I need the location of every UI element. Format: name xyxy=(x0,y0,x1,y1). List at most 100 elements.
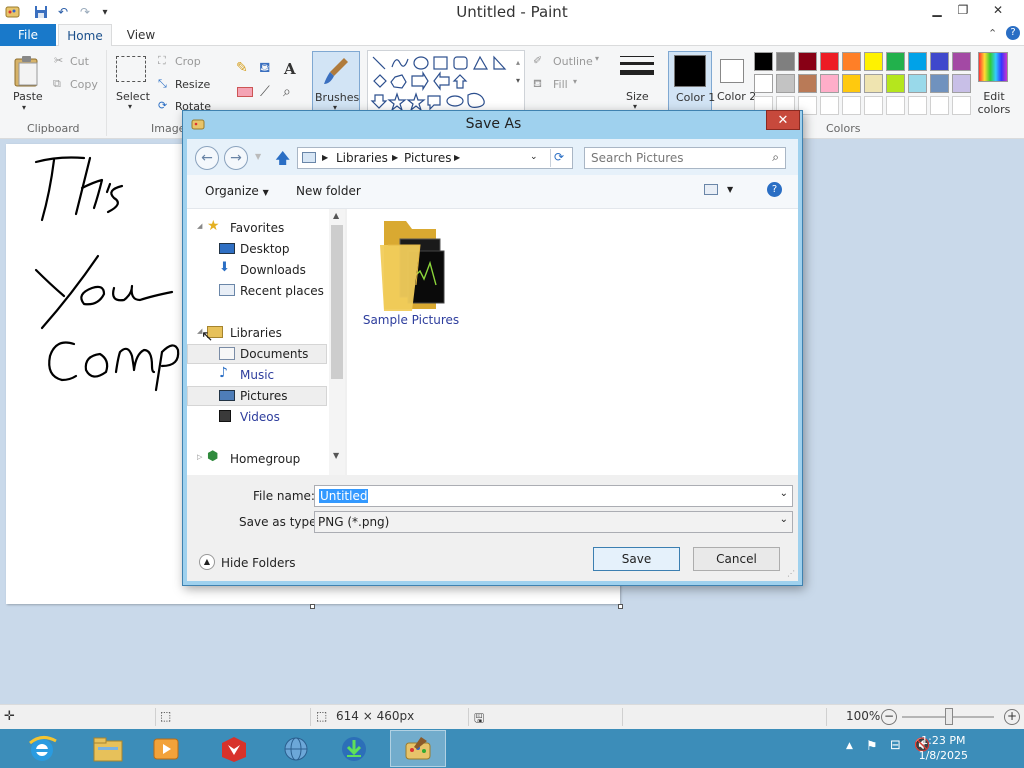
palette-color-swatch[interactable] xyxy=(820,52,839,71)
close-window-button[interactable]: ✕ xyxy=(984,0,1012,20)
size-button[interactable]: Size xyxy=(626,90,649,103)
show-hidden-icons-icon[interactable]: ▲ xyxy=(846,741,853,751)
palette-color-swatch[interactable] xyxy=(930,52,949,71)
select-icon[interactable] xyxy=(116,56,146,82)
cut-icon[interactable]: ✂ xyxy=(54,54,63,67)
taskbar-clock[interactable]: 1:23 PM 1/8/2025 xyxy=(919,733,968,763)
tab-home[interactable]: Home xyxy=(58,24,112,47)
save-button[interactable]: Save xyxy=(593,547,680,571)
save-icon[interactable] xyxy=(32,3,50,21)
minimize-ribbon-icon[interactable]: ⌃ xyxy=(988,27,997,40)
crop-button[interactable]: Crop xyxy=(175,55,201,68)
forward-button[interactable]: → xyxy=(224,146,248,170)
eraser-icon[interactable] xyxy=(237,87,253,97)
redo-icon[interactable]: ↷ xyxy=(76,3,94,21)
canvas-resize-handle-corner[interactable] xyxy=(618,604,623,609)
scroll-thumb[interactable] xyxy=(331,225,343,379)
copy-icon[interactable]: ⧉ xyxy=(53,77,61,91)
palette-color-swatch[interactable] xyxy=(886,52,905,71)
cancel-button[interactable]: Cancel xyxy=(693,547,780,571)
custom-color-slot[interactable] xyxy=(952,96,971,115)
paste-button[interactable]: Paste xyxy=(13,90,43,103)
resize-button[interactable]: Resize xyxy=(175,78,210,91)
breadcrumb-pictures[interactable]: Pictures xyxy=(404,151,452,165)
custom-color-slot[interactable] xyxy=(930,96,949,115)
custom-color-slot[interactable] xyxy=(908,96,927,115)
paint-taskbar-icon[interactable] xyxy=(390,730,446,767)
refresh-icon[interactable]: ⟳ xyxy=(554,150,564,164)
pencil-icon[interactable]: ✎ xyxy=(236,60,248,76)
zoom-out-icon[interactable]: − xyxy=(881,709,897,725)
file-name-dropdown-icon[interactable]: ⌄ xyxy=(780,488,788,499)
recent-locations-dropdown-icon[interactable]: ▼ xyxy=(255,152,261,161)
tree-item-recent-places[interactable]: Recent places xyxy=(187,281,327,301)
palette-color-swatch[interactable] xyxy=(820,74,839,93)
fill-dropdown-icon[interactable]: ▾ xyxy=(573,77,577,86)
dialog-help-icon[interactable]: ? xyxy=(767,182,782,197)
fill-bucket-icon[interactable]: ⛾ xyxy=(259,60,270,78)
maximize-button[interactable]: ❐ xyxy=(948,0,978,20)
palette-color-swatch[interactable] xyxy=(754,74,773,93)
change-view-icon[interactable] xyxy=(704,184,718,195)
outline-dropdown-icon[interactable]: ▾ xyxy=(595,54,599,63)
breadcrumb-libraries[interactable]: Libraries xyxy=(336,151,388,165)
palette-color-swatch[interactable] xyxy=(952,52,971,71)
file-explorer-icon[interactable] xyxy=(80,730,136,767)
color1-button[interactable]: Color 1 xyxy=(668,51,715,117)
file-name-input[interactable]: Untitled xyxy=(319,489,369,503)
save-as-type-select[interactable]: PNG (*.png) ⌄ xyxy=(314,511,793,533)
crop-icon[interactable]: ⛶ xyxy=(158,54,166,68)
tree-item-desktop[interactable]: Desktop xyxy=(187,239,327,259)
palette-color-swatch[interactable] xyxy=(754,52,773,71)
network-status-icon[interactable]: ⊟ xyxy=(890,738,901,753)
tree-item-music[interactable]: ♪ Music xyxy=(187,365,327,385)
palette-color-swatch[interactable] xyxy=(908,74,927,93)
outline-button[interactable]: Outline xyxy=(553,55,593,68)
search-box[interactable]: Search Pictures ⌕ xyxy=(584,147,786,169)
palette-color-swatch[interactable] xyxy=(952,74,971,93)
scroll-down-icon[interactable]: ▼ xyxy=(333,451,339,460)
hide-folders-button[interactable]: ▲ Hide Folders xyxy=(199,553,309,573)
custom-color-slot[interactable] xyxy=(820,96,839,115)
edit-colors-icon[interactable] xyxy=(978,52,1008,82)
search-input[interactable]: Search Pictures xyxy=(591,151,684,165)
color-picker-icon[interactable]: ⟋ xyxy=(260,84,270,100)
tree-item-videos[interactable]: Videos xyxy=(187,407,327,427)
internet-explorer-icon[interactable] xyxy=(14,730,70,767)
shapes-scroll-up-icon[interactable]: ▴ xyxy=(516,58,520,67)
view-options-dropdown-icon[interactable]: ▼ xyxy=(727,185,733,194)
palette-color-swatch[interactable] xyxy=(864,74,883,93)
tree-item-downloads[interactable]: ⬇ Downloads xyxy=(187,260,327,280)
select-button[interactable]: Select xyxy=(116,90,150,103)
magnifier-icon[interactable]: ⌕ xyxy=(283,84,291,100)
dialog-close-button[interactable]: ✕ xyxy=(766,110,800,130)
resize-grip-icon[interactable]: ⋰ xyxy=(787,569,795,578)
organize-button[interactable]: Organize ▼ xyxy=(205,184,269,198)
file-name-field[interactable]: Untitled ⌄ xyxy=(314,485,793,507)
customize-quick-access-icon[interactable]: ▾ xyxy=(96,3,114,21)
tree-item-favorites[interactable]: ◢ ★ Favorites xyxy=(187,218,327,238)
search-icon[interactable]: ⌕ xyxy=(772,150,779,165)
palette-color-swatch[interactable] xyxy=(842,52,861,71)
copy-button[interactable]: Copy xyxy=(70,78,98,91)
network-globe-icon[interactable] xyxy=(268,730,324,767)
custom-color-slot[interactable] xyxy=(842,96,861,115)
paste-icon[interactable] xyxy=(12,54,42,88)
custom-color-slot[interactable] xyxy=(864,96,883,115)
zoom-slider-thumb[interactable] xyxy=(945,708,953,725)
palette-color-swatch[interactable] xyxy=(776,52,795,71)
size-icon[interactable] xyxy=(620,54,654,82)
text-tool-icon[interactable]: A xyxy=(284,60,296,78)
rotate-icon[interactable]: ⟳ xyxy=(158,99,167,112)
paste-dropdown-icon[interactable]: ▾ xyxy=(22,103,26,112)
help-icon[interactable]: ? xyxy=(1006,26,1020,40)
palette-color-swatch[interactable] xyxy=(886,74,905,93)
folder-item-sample-pictures[interactable]: Sample Pictures xyxy=(361,215,461,327)
resize-icon[interactable]: ⤡ xyxy=(158,77,167,91)
download-manager-icon[interactable] xyxy=(326,730,382,767)
cut-button[interactable]: Cut xyxy=(70,55,89,68)
shapes-gallery[interactable] xyxy=(367,50,525,112)
palette-color-swatch[interactable] xyxy=(798,52,817,71)
fill-button[interactable]: Fill xyxy=(553,78,568,91)
palette-color-swatch[interactable] xyxy=(864,52,883,71)
